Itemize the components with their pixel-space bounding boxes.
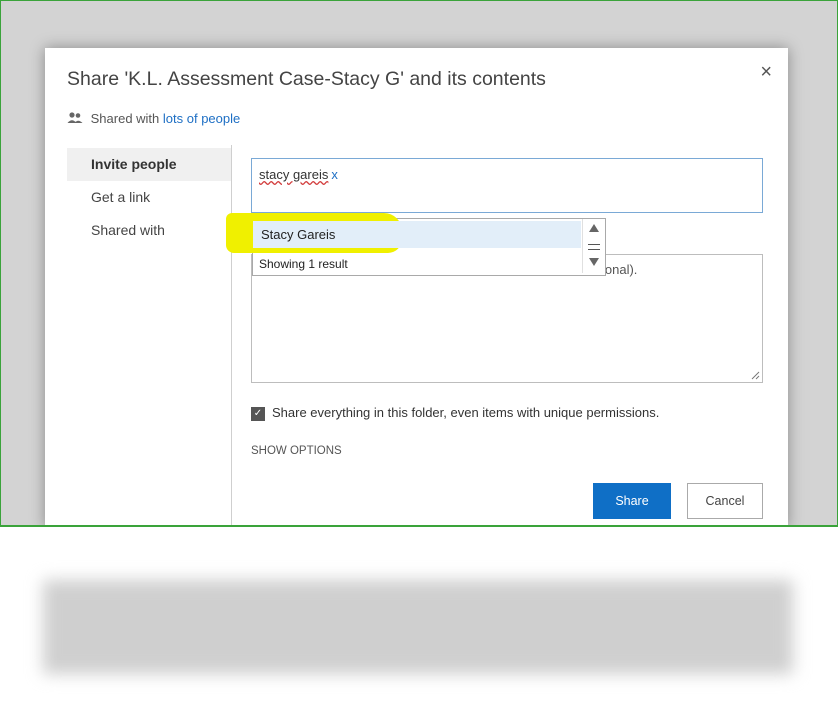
blurred-region (43, 580, 793, 674)
dialog-title: Share 'K.L. Assessment Case-Stacy G' and… (67, 68, 546, 90)
cancel-button[interactable]: Cancel (687, 483, 763, 519)
dropdown-scrollbar[interactable] (582, 219, 605, 273)
token-remove-button[interactable]: x (331, 167, 338, 182)
scroll-down-icon[interactable] (588, 257, 600, 267)
share-button[interactable]: Share (593, 483, 671, 519)
close-icon[interactable]: × (760, 62, 772, 82)
share-everything-option: ✓ Share everything in this folder, even i… (251, 405, 659, 421)
nav-invite-people[interactable]: Invite people (67, 148, 231, 181)
scroll-up-icon[interactable] (588, 223, 600, 233)
people-icon (67, 111, 87, 128)
nav-divider (231, 145, 232, 525)
people-suggestions-dropdown: Stacy Gareis Showing 1 result (226, 213, 606, 276)
scroll-thumb[interactable] (588, 244, 600, 250)
resize-handle-icon[interactable] (750, 370, 760, 380)
suggestion-item[interactable]: Stacy Gareis (253, 221, 581, 248)
share-dialog: Share 'K.L. Assessment Case-Stacy G' and… (45, 48, 788, 525)
message-placeholder: ional). (602, 262, 638, 277)
share-everything-label: Share everything in this folder, even it… (272, 405, 660, 420)
nav-shared-with[interactable]: Shared with (67, 214, 231, 247)
show-options-link[interactable]: SHOW OPTIONS (251, 445, 342, 457)
check-icon[interactable]: ✓ (251, 406, 265, 421)
invite-people-input[interactable]: stacy gareis x (251, 158, 763, 213)
screenshot-frame: Share 'K.L. Assessment Case-Stacy G' and… (0, 0, 838, 527)
share-nav: Invite people Get a link Shared with (67, 148, 231, 247)
people-token: stacy gareis x (259, 167, 338, 182)
token-name: stacy gareis (259, 167, 329, 182)
nav-get-a-link[interactable]: Get a link (67, 181, 231, 214)
result-count: Showing 1 result (259, 257, 348, 271)
shared-with-prefix: Shared with (90, 111, 160, 126)
shared-with-summary: Shared with lots of people (67, 111, 240, 128)
lots-of-people-link[interactable]: lots of people (163, 111, 240, 126)
